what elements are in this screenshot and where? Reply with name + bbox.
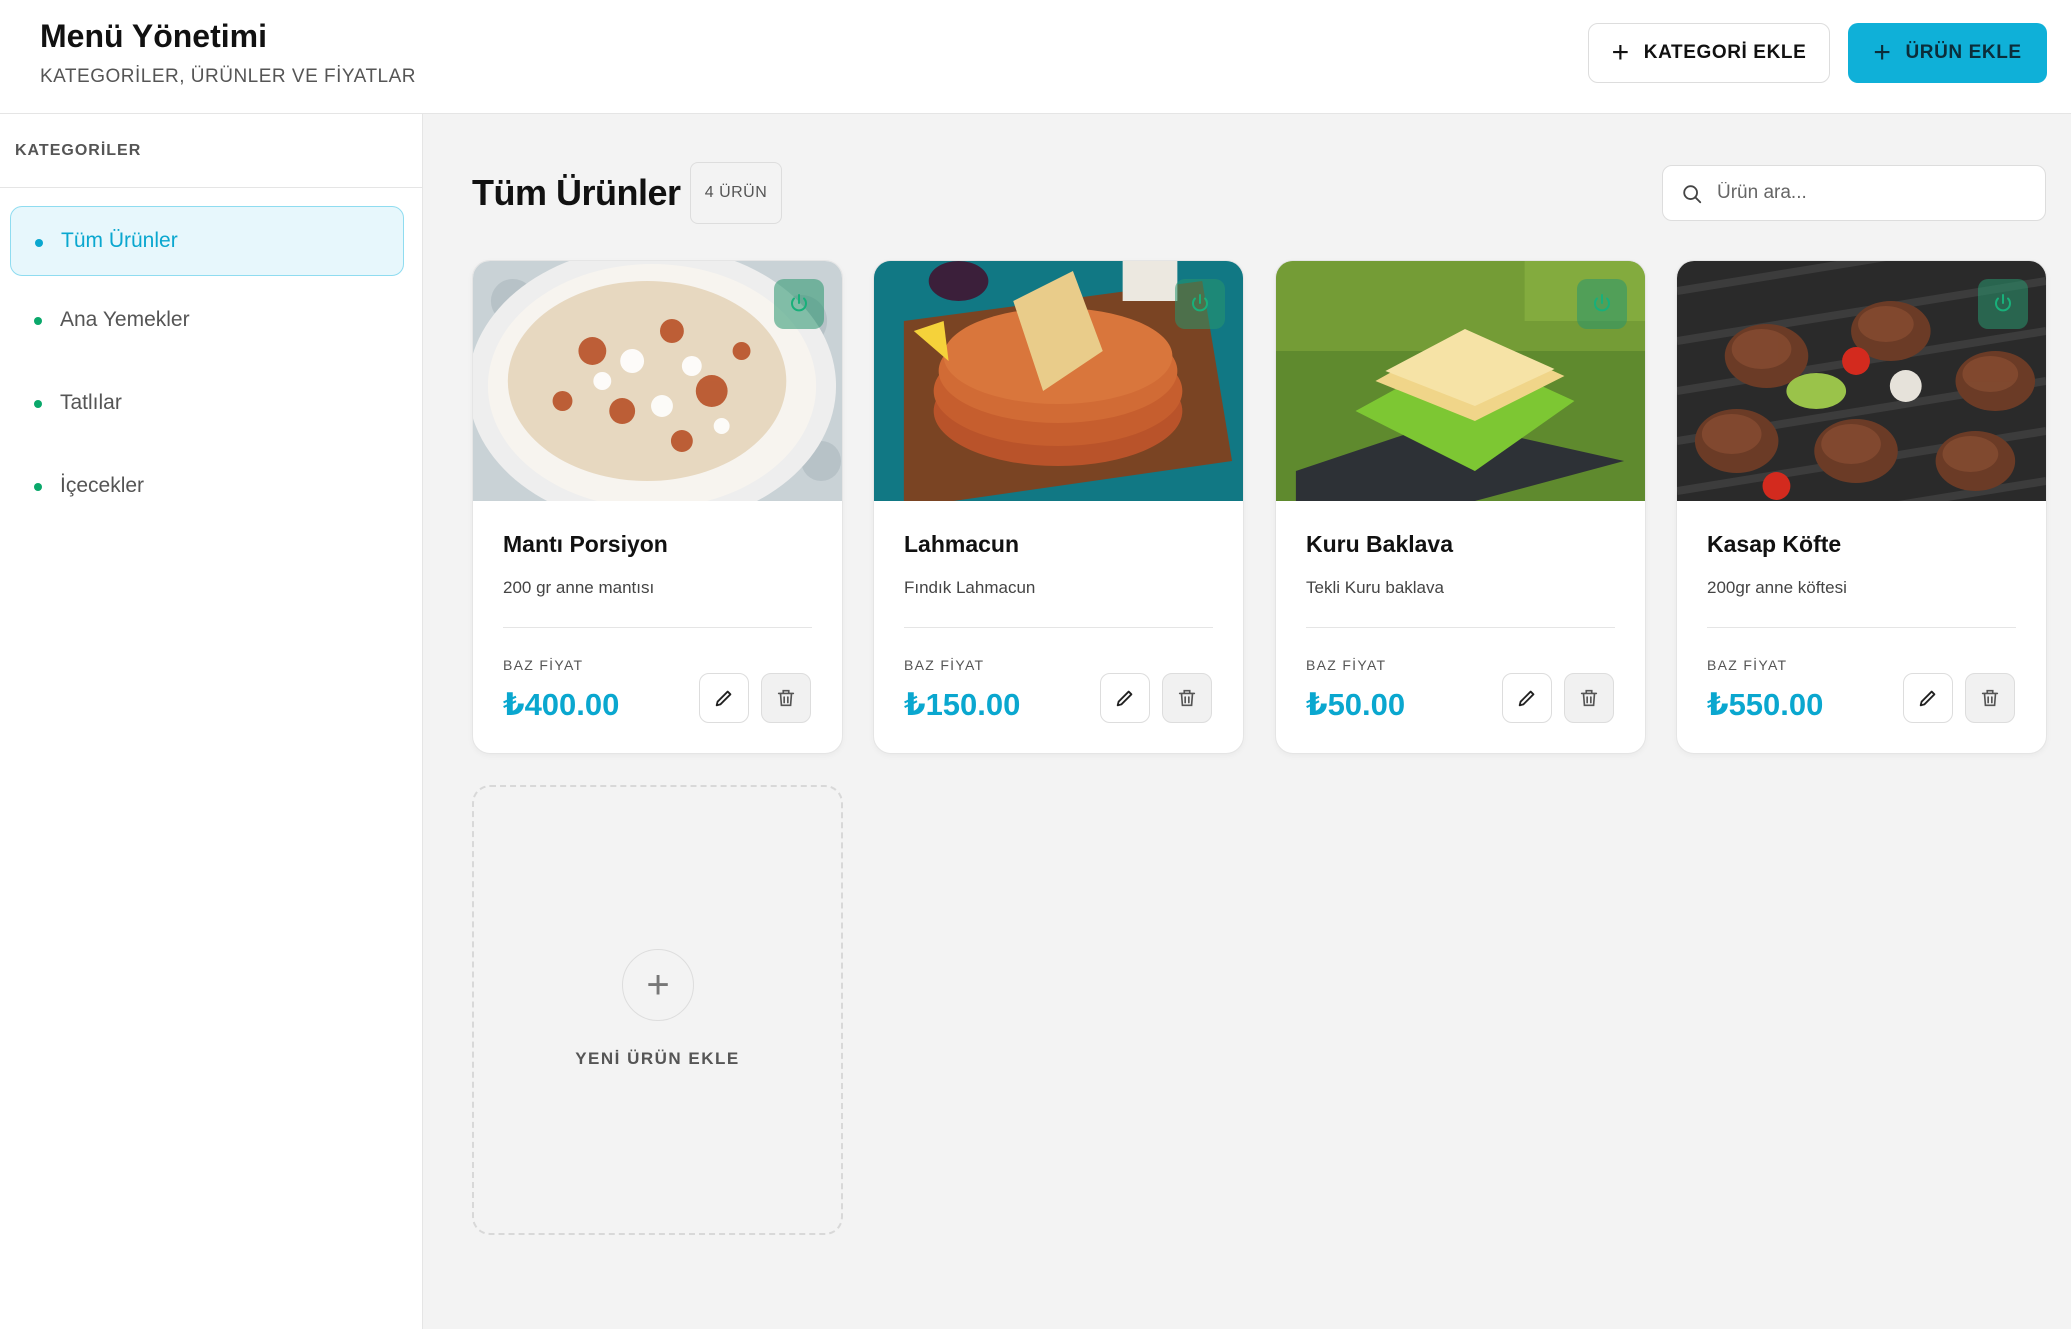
product-card: Kuru Baklava Tekli Kuru baklava BAZ FİYA… <box>1275 260 1646 754</box>
product-price: ₺150.00 <box>904 687 1021 722</box>
pencil-icon <box>1518 690 1535 707</box>
add-category-button[interactable]: + KATEGORİ EKLE <box>1588 23 1830 83</box>
lahmacun-image <box>874 261 1243 501</box>
power-toggle-button[interactable] <box>1577 279 1627 329</box>
sidebar-item-main-dishes[interactable]: Ana Yemekler <box>10 285 404 355</box>
product-price: ₺50.00 <box>1306 687 1406 722</box>
delete-button[interactable] <box>761 673 811 723</box>
delete-button[interactable] <box>1162 673 1212 723</box>
sidebar-item-desserts[interactable]: Tatlılar <box>10 368 404 438</box>
category-sidebar: KATEGORİLER Tüm Ürünler Ana Yemekler Tat… <box>0 114 423 1329</box>
trash-icon <box>1580 689 1598 707</box>
product-card: Lahmacun Fındık Lahmacun BAZ FİYAT ₺150.… <box>873 260 1244 754</box>
sidebar-item-all-products[interactable]: Tüm Ürünler <box>10 206 404 276</box>
product-description: Tekli Kuru baklava <box>1306 578 1444 597</box>
price-label: BAZ FİYAT <box>503 657 584 673</box>
dot-icon <box>34 483 42 491</box>
add-category-label: KATEGORİ EKLE <box>1643 42 1807 63</box>
power-icon <box>1995 294 2011 312</box>
sidebar-item-label: Ana Yemekler <box>60 308 190 331</box>
power-icon <box>791 294 807 312</box>
edit-button[interactable] <box>1502 673 1552 723</box>
product-description: Fındık Lahmacun <box>904 578 1036 597</box>
search-box[interactable] <box>1662 165 2046 221</box>
power-icon <box>1594 294 1610 312</box>
add-product-label: ÜRÜN EKLE <box>1905 42 2022 63</box>
add-product-button[interactable]: + ÜRÜN EKLE <box>1848 23 2047 83</box>
product-price: ₺550.00 <box>1707 687 1824 722</box>
manti-image <box>473 261 842 501</box>
product-name: Kasap Köfte <box>1707 531 1842 557</box>
delete-button[interactable] <box>1564 673 1614 723</box>
price-label: BAZ FİYAT <box>904 657 985 673</box>
product-description: 200 gr anne mantısı <box>503 578 655 597</box>
search-input[interactable] <box>1717 182 2017 204</box>
power-toggle-button[interactable] <box>774 279 824 329</box>
edit-button[interactable] <box>699 673 749 723</box>
product-card: Kasap Köfte 200gr anne köftesi BAZ FİYAT… <box>1676 260 2047 754</box>
kofte-image <box>1677 261 2046 501</box>
plus-icon: + <box>1611 36 1630 69</box>
sidebar-item-drinks[interactable]: İçecekler <box>10 451 404 521</box>
divider <box>1707 627 2016 628</box>
search-icon <box>1683 185 1702 204</box>
price-label: BAZ FİYAT <box>1306 657 1387 673</box>
sidebar-item-label: İçecekler <box>60 474 145 497</box>
app-title: Menü Yönetimi <box>40 18 267 54</box>
dot-icon <box>34 400 42 408</box>
product-price: ₺400.00 <box>503 687 620 722</box>
delete-button[interactable] <box>1965 673 2015 723</box>
trash-icon <box>777 689 795 707</box>
trash-icon <box>1178 689 1196 707</box>
baklava-image <box>1276 261 1645 501</box>
pencil-icon <box>1116 690 1133 707</box>
product-name: Mantı Porsiyon <box>503 531 668 557</box>
pencil-icon <box>1919 690 1936 707</box>
sidebar-item-label: Tüm Ürünler <box>61 229 178 252</box>
product-name: Lahmacun <box>904 531 1020 557</box>
divider <box>904 627 1213 628</box>
add-new-product-label: YENİ ÜRÜN EKLE <box>575 1049 740 1068</box>
edit-button[interactable] <box>1100 673 1150 723</box>
trash-icon <box>1981 689 1999 707</box>
plus-icon: + <box>1873 36 1892 69</box>
divider <box>1306 627 1615 628</box>
top-header: Menü Yönetimi KATEGORİLER, ÜRÜNLER VE Fİ… <box>0 0 2071 114</box>
product-name: Kuru Baklava <box>1306 531 1454 557</box>
pencil-icon <box>715 690 732 707</box>
divider <box>503 627 812 628</box>
power-toggle-button[interactable] <box>1978 279 2028 329</box>
app-subtitle: KATEGORİLER, ÜRÜNLER VE FİYATLAR <box>40 66 417 87</box>
page-title: Tüm Ürünler <box>472 172 681 213</box>
product-card: Mantı Porsiyon 200 gr anne mantısı BAZ F… <box>472 260 843 754</box>
plus-icon: + <box>622 949 694 1021</box>
product-count-badge: 4 ÜRÜN <box>690 162 782 224</box>
power-icon <box>1192 294 1208 312</box>
dot-icon <box>34 317 42 325</box>
dot-icon <box>35 239 43 247</box>
sidebar-heading: KATEGORİLER <box>0 114 422 188</box>
sidebar-item-label: Tatlılar <box>60 391 122 414</box>
product-description: 200gr anne köftesi <box>1707 578 1847 597</box>
add-new-product-card[interactable]: + YENİ ÜRÜN EKLE <box>472 785 843 1235</box>
power-toggle-button[interactable] <box>1175 279 1225 329</box>
edit-button[interactable] <box>1903 673 1953 723</box>
price-label: BAZ FİYAT <box>1707 657 1788 673</box>
